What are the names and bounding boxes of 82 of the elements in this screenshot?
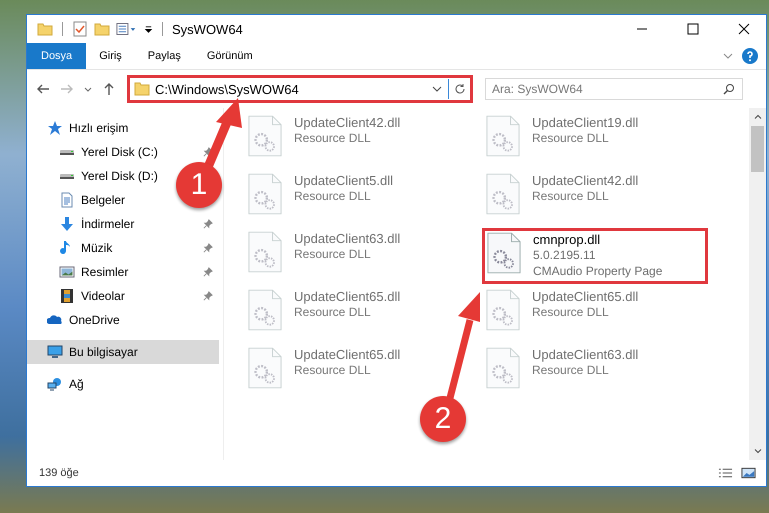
ribbon-tab[interactable]: Giriş: [86, 43, 135, 69]
refresh-icon[interactable]: [454, 83, 466, 95]
sidebar-item[interactable]: Yerel Disk (D:): [27, 164, 164, 188]
folder-icon[interactable]: [37, 21, 53, 37]
sidebar-item[interactable]: Yerel Disk (C:): [27, 140, 164, 164]
file-detail: CMAudio Property Page: [533, 263, 662, 279]
gear-file-icon[interactable]: [486, 115, 520, 157]
file-detail: Resource DLL: [532, 362, 610, 378]
file-detail: Resource DLL: [294, 188, 372, 204]
gear-file-icon[interactable]: [248, 173, 282, 215]
details-view-icon[interactable]: [718, 467, 733, 479]
network-icon: [47, 376, 63, 392]
ribbon-tab[interactable]: Paylaş: [134, 43, 194, 69]
sidebar-item[interactable]: Belgeler: [27, 188, 132, 212]
file-detail: Resource DLL: [532, 304, 610, 320]
search-field[interactable]: Ara: SysWOW64: [485, 78, 743, 100]
gear-file-icon[interactable]: [248, 289, 282, 331]
file-name: UpdateClient42.dll: [294, 115, 400, 130]
sidebar-item[interactable]: Bu bilgisayar: [27, 340, 219, 364]
gear-file-icon[interactable]: [486, 289, 520, 331]
maximize-icon: [686, 23, 698, 35]
file-name: UpdateClient65.dll: [294, 289, 400, 304]
file-name: UpdateClient19.dll: [532, 115, 638, 130]
file-detail: Resource DLL: [294, 304, 372, 320]
file-name: UpdateClient65.dll: [532, 289, 638, 304]
file-detail: 5.0.2195.11: [533, 247, 597, 263]
help-icon[interactable]: [742, 48, 758, 64]
pin-icon[interactable]: [203, 243, 213, 253]
picture-icon: [59, 264, 75, 280]
download-arrow-icon: [59, 216, 75, 232]
address-bar[interactable]: C:\Windows\SysWOW64: [127, 75, 473, 103]
address-path: C:\Windows\SysWOW64: [155, 82, 300, 96]
pin-icon[interactable]: [203, 291, 213, 301]
item-count: 139 öğe: [39, 467, 79, 479]
pin-icon[interactable]: [203, 147, 213, 157]
gear-file-icon[interactable]: [248, 347, 282, 389]
pin-icon[interactable]: [203, 219, 213, 229]
properties-dropdown-icon[interactable]: [116, 21, 138, 37]
chevron-down-icon[interactable]: [752, 446, 762, 456]
gear-file-icon[interactable]: [248, 115, 282, 157]
close-icon: [738, 23, 750, 35]
drive-icon: [59, 148, 75, 156]
film-icon: [59, 288, 75, 304]
file-detail: Resource DLL: [294, 130, 372, 146]
sidebar-item[interactable]: Ağ: [27, 372, 90, 396]
sidebar-item[interactable]: Hızlı erişim: [27, 116, 134, 140]
ribbon-tab[interactable]: Dosya: [27, 43, 86, 69]
gear-file-icon[interactable]: [486, 173, 520, 215]
ribbon-tab[interactable]: Görünüm: [194, 43, 266, 69]
file-name: UpdateClient63.dll: [294, 231, 400, 246]
monitor-icon: [47, 344, 63, 360]
sidebar-item[interactable]: Müzik: [27, 236, 118, 260]
sidebar-item[interactable]: İndirmeler: [27, 212, 140, 236]
window-title: SysWOW64: [172, 22, 243, 36]
minimize-icon: [636, 28, 648, 30]
file-detail: Resource DLL: [294, 246, 372, 262]
gear-file-icon[interactable]: [248, 231, 282, 273]
folder-icon[interactable]: [94, 21, 110, 37]
dropdown-arrow-icon[interactable]: [144, 24, 153, 34]
sidebar-item[interactable]: Resimler: [27, 260, 134, 284]
file-detail: Resource DLL: [294, 362, 372, 378]
scrollbar[interactable]: [749, 108, 766, 460]
file-name: UpdateClient63.dll: [532, 347, 638, 362]
search-icon: [723, 83, 735, 95]
document-icon: [59, 192, 75, 208]
file-name: UpdateClient5.dll: [294, 173, 394, 188]
scrollbar-thumb[interactable]: [751, 126, 764, 172]
gear-file-icon[interactable]: [487, 232, 521, 274]
folder-icon: [134, 81, 150, 97]
star-icon: [47, 120, 63, 136]
pin-icon[interactable]: [203, 267, 213, 277]
file-detail: Resource DLL: [532, 130, 610, 146]
sidebar-item[interactable]: Videolar: [27, 284, 131, 308]
file-name: cmnprop.dll: [533, 232, 602, 247]
file-detail: Resource DLL: [532, 188, 610, 204]
drive-icon: [59, 172, 75, 180]
sidebar-item[interactable]: OneDrive: [27, 308, 126, 332]
gear-file-icon[interactable]: [486, 347, 520, 389]
file-name: UpdateClient65.dll: [294, 347, 400, 362]
checklist-icon[interactable]: [72, 21, 88, 37]
tiles-view-icon[interactable]: [741, 467, 756, 479]
file-name: UpdateClient42.dll: [532, 173, 638, 188]
